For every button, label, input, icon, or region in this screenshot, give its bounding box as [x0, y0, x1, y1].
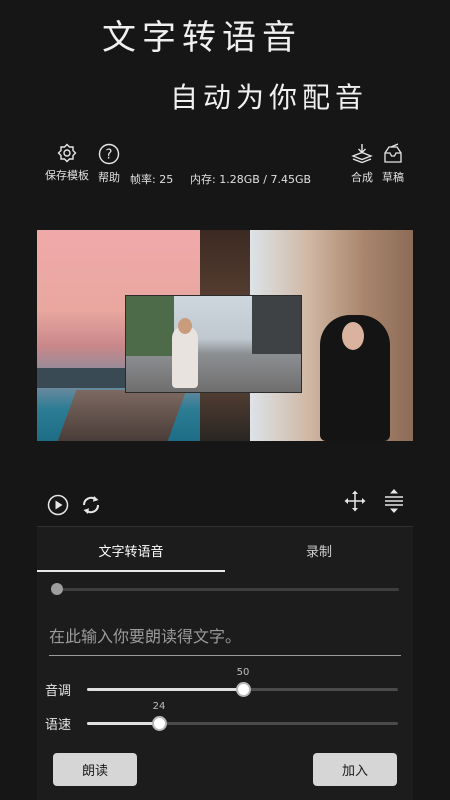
- move-arrows-icon[interactable]: [344, 490, 366, 512]
- draft-label: 草稿: [382, 171, 404, 184]
- text-input[interactable]: [49, 617, 401, 656]
- layers-download-icon: [351, 144, 373, 164]
- tab-record[interactable]: 录制: [225, 541, 413, 560]
- pitch-value: 50: [236, 667, 250, 678]
- speed-knob[interactable]: [151, 716, 167, 731]
- speed-value: 24: [152, 701, 166, 712]
- pitch-slider[interactable]: [87, 682, 398, 697]
- help-button[interactable]: ? 帮助: [94, 143, 124, 185]
- timeline-slider[interactable]: [51, 583, 399, 595]
- preview-image-overlay[interactable]: [125, 295, 302, 393]
- tab-indicator: [37, 570, 225, 572]
- speed-label: 语速: [45, 718, 72, 733]
- hero-subtitle: 自动为你配音: [170, 81, 369, 114]
- help-label: 帮助: [98, 171, 120, 184]
- svg-text:?: ?: [106, 148, 113, 163]
- compose-button[interactable]: 合成: [348, 143, 376, 185]
- pitch-label: 音调: [45, 684, 72, 699]
- compose-label: 合成: [351, 171, 373, 184]
- hero-title: 文字转语音: [102, 18, 302, 58]
- draft-button[interactable]: 草稿: [379, 143, 407, 185]
- pitch-knob[interactable]: [235, 682, 251, 697]
- speed-slider[interactable]: [87, 716, 398, 731]
- draft-icon: [384, 143, 402, 163]
- video-preview[interactable]: [37, 230, 413, 441]
- playback-controls: [0, 488, 450, 520]
- memory-text: 内存: 1.28GB / 7.45GB: [190, 173, 312, 186]
- refresh-icon[interactable]: [79, 493, 103, 517]
- frame-rate-text: 帧率: 25: [130, 173, 174, 186]
- play-icon[interactable]: [47, 494, 69, 516]
- vertical-align-icon[interactable]: [383, 488, 405, 514]
- toolbar: 保存模板 ? 帮助 帧率: 25 内存: 1.28GB / 7.45GB 合成 …: [0, 143, 450, 188]
- help-icon: ?: [98, 143, 120, 165]
- timeline-knob[interactable]: [51, 583, 63, 595]
- gear-icon: [57, 143, 77, 163]
- tts-panel: 文字转语音 录制 音调 50 语速 24 朗读 加入: [37, 527, 413, 800]
- save-template-button[interactable]: 保存模板: [42, 143, 92, 183]
- save-template-label: 保存模板: [45, 169, 89, 182]
- tab-text-to-speech[interactable]: 文字转语音: [37, 541, 225, 560]
- read-button[interactable]: 朗读: [53, 753, 137, 786]
- add-button[interactable]: 加入: [313, 753, 397, 786]
